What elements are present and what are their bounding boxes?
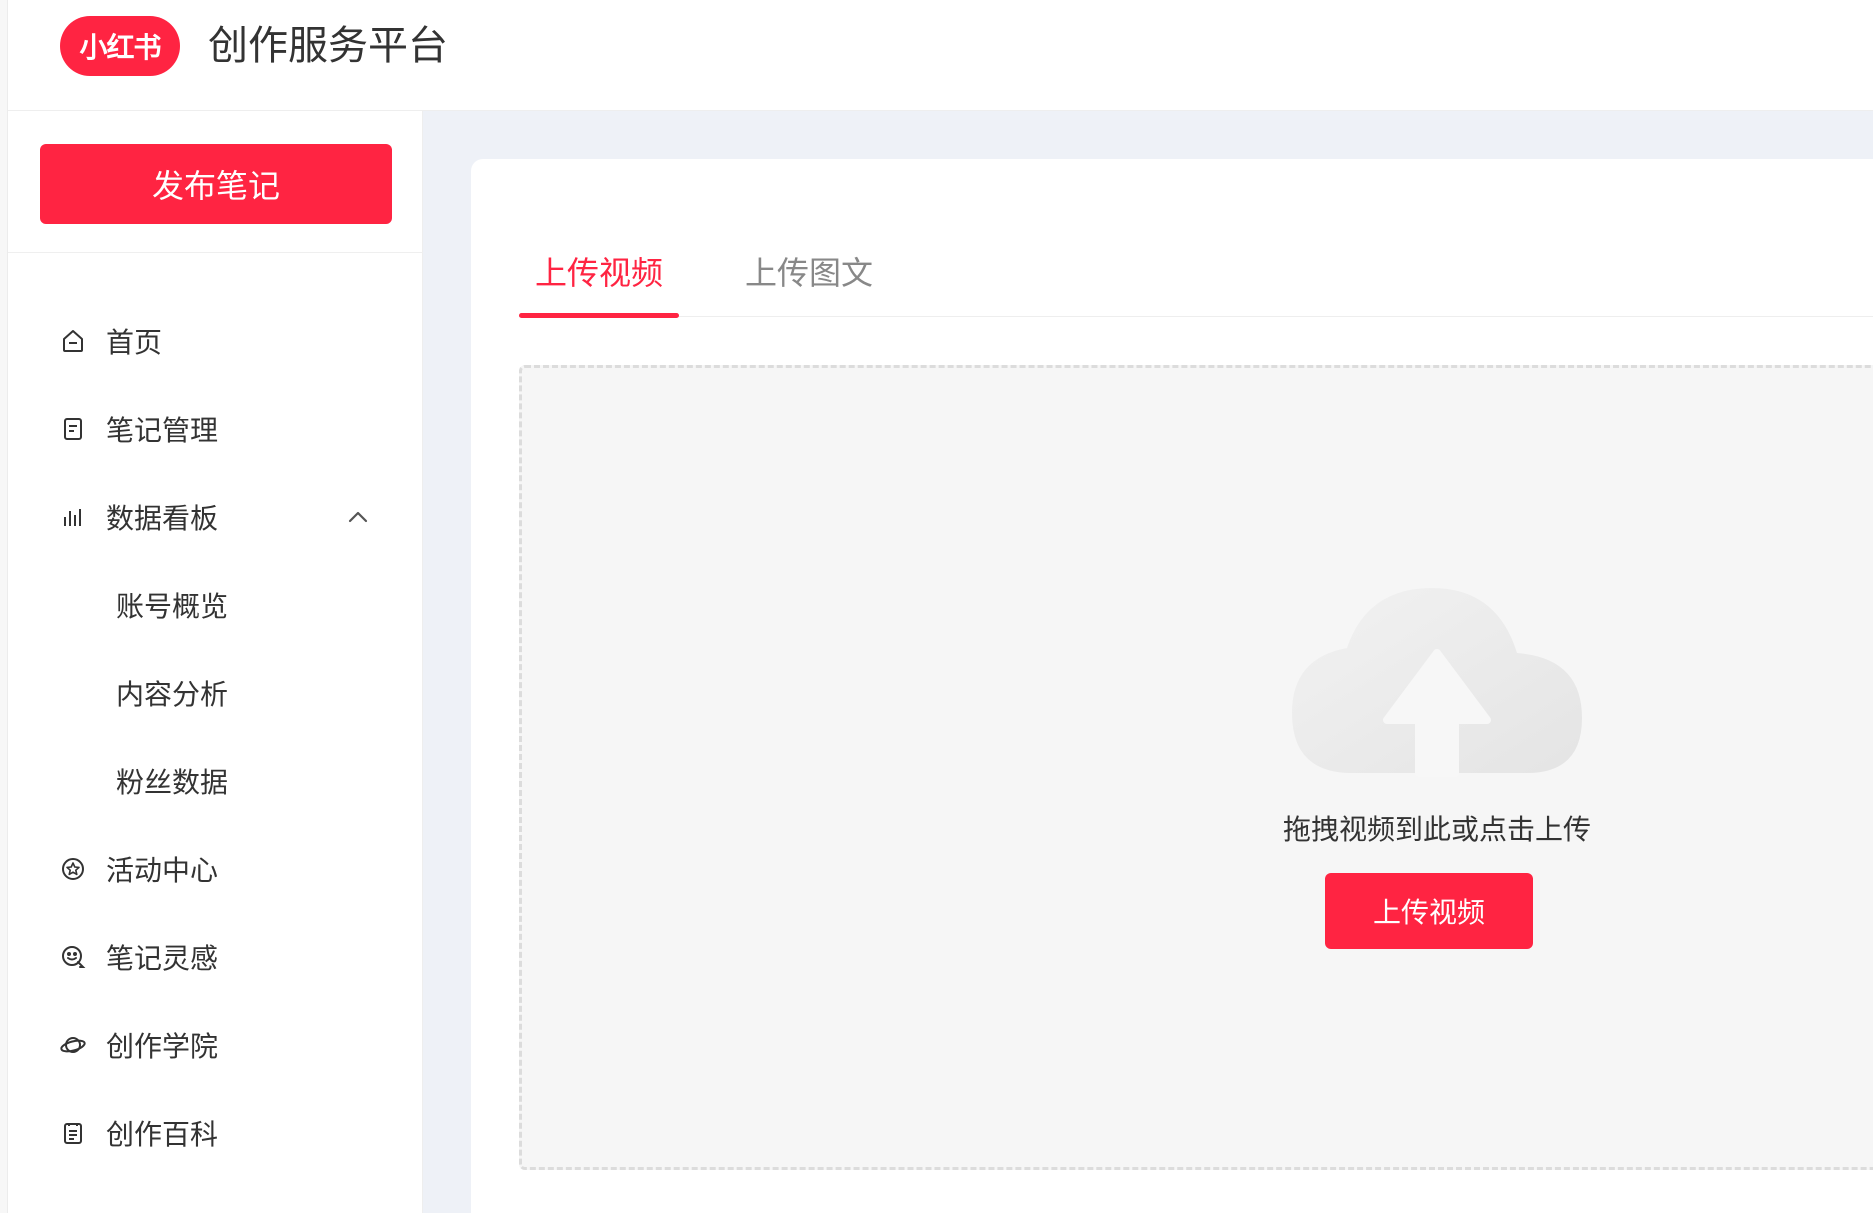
sidebar-item-label: 活动中心: [106, 854, 219, 887]
sidebar-item-label: 创作百科: [106, 1118, 219, 1151]
sidebar-item-data-dashboard[interactable]: 数据看板: [8, 473, 423, 561]
chevron-up-icon[interactable]: [343, 502, 373, 532]
sidebar: 发布笔记 首页 笔记管理 数据看板 账号概览 内容分析 粉丝数据 活动中心 笔记…: [8, 111, 423, 1213]
brand-logo[interactable]: 小红书: [60, 16, 180, 76]
sidebar-item-label: 数据看板: [106, 502, 219, 535]
sidebar-item-label: 创作学院: [106, 1030, 219, 1063]
sidebar-item-creator-wiki[interactable]: 创作百科: [8, 1089, 423, 1177]
upload-video-button[interactable]: 上传视频: [1325, 873, 1533, 949]
sidebar-nav: 首页 笔记管理 数据看板 账号概览 内容分析 粉丝数据 活动中心 笔记灵感 创作…: [8, 297, 423, 1177]
tab-upload-video[interactable]: 上传视频: [519, 229, 679, 318]
page: 小红书 创作服务平台 发布笔记 首页 笔记管理 数据看板 账号概览 内容分析 粉…: [0, 0, 1873, 1213]
sidebar-item-label: 笔记管理: [106, 414, 219, 447]
sidebar-item-label: 内容分析: [116, 678, 229, 711]
sidebar-item-label: 粉丝数据: [116, 766, 229, 799]
active-tab-indicator: [519, 313, 679, 318]
sidebar-item-activity-center[interactable]: 活动中心: [8, 825, 423, 913]
sidebar-item-note-inspiration[interactable]: 笔记灵感: [8, 913, 423, 1001]
video-drop-zone[interactable]: 拖拽视频到此或点击上传 上传视频: [519, 365, 1873, 1170]
main-area: 上传视频 上传图文 拖拽视频到此或点击上传 上传视频: [423, 111, 1873, 1213]
platform-title: 创作服务平台: [208, 23, 448, 69]
star-badge-icon: [58, 854, 88, 884]
drop-hint-text: 拖拽视频到此或点击上传: [1282, 813, 1591, 846]
upload-tabs: 上传视频 上传图文: [519, 229, 1873, 318]
note-icon: [58, 414, 88, 444]
inspiration-icon: [58, 942, 88, 972]
sidebar-item-content-analysis[interactable]: 内容分析: [8, 649, 423, 737]
sidebar-item-creator-academy[interactable]: 创作学院: [8, 1001, 423, 1089]
planet-icon: [58, 1030, 88, 1060]
sidebar-item-label: 笔记灵感: [106, 942, 219, 975]
home-icon: [58, 326, 88, 356]
tab-upload-image-text[interactable]: 上传图文: [729, 229, 889, 317]
sidebar-item-home[interactable]: 首页: [8, 297, 423, 385]
sidebar-item-label: 首页: [106, 326, 163, 359]
document-icon: [58, 1118, 88, 1148]
sidebar-item-label: 账号概览: [116, 590, 229, 623]
sidebar-divider: [8, 252, 423, 253]
sidebar-item-note-management[interactable]: 笔记管理: [8, 385, 423, 473]
top-header: 小红书 创作服务平台: [8, 0, 1873, 111]
bar-chart-icon: [58, 502, 88, 532]
tab-label: 上传图文: [744, 254, 873, 292]
window-edge: [0, 0, 8, 1213]
sidebar-item-account-overview[interactable]: 账号概览: [8, 561, 423, 649]
upload-card: 上传视频 上传图文 拖拽视频到此或点击上传 上传视频: [471, 159, 1873, 1213]
sidebar-item-fan-data[interactable]: 粉丝数据: [8, 737, 423, 825]
publish-note-button[interactable]: 发布笔记: [40, 144, 392, 224]
cloud-upload-icon: [1292, 588, 1582, 777]
tab-label: 上传视频: [534, 254, 663, 292]
